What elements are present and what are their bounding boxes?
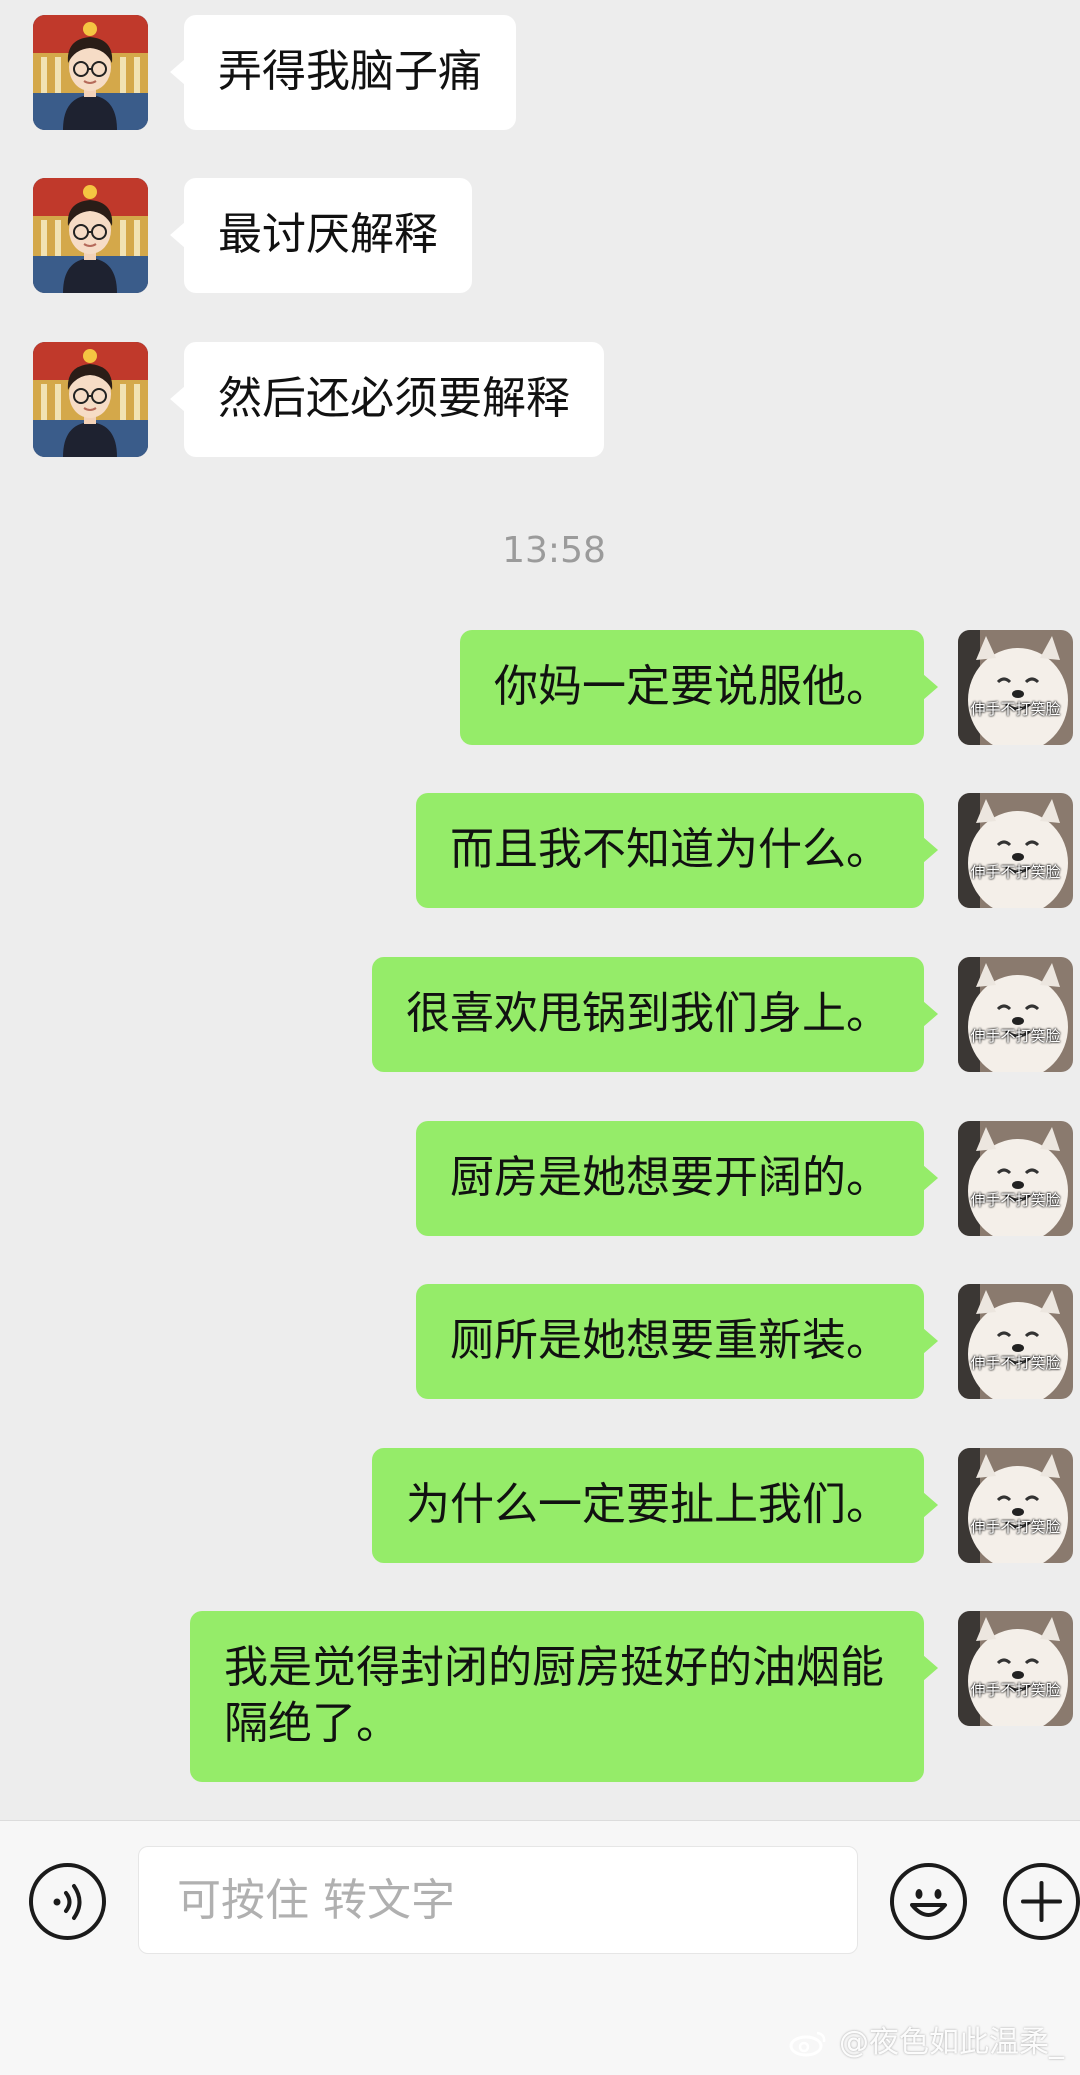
message-bubble-incoming[interactable]: 然后还必须要解释 bbox=[170, 342, 604, 457]
message-timestamp: 13:58 bbox=[502, 530, 606, 571]
message-bubble-incoming[interactable]: 最讨厌解释 bbox=[170, 178, 472, 293]
watermark: @夜色如此温柔_ bbox=[789, 2017, 1064, 2061]
plus-icon bbox=[1021, 1881, 1062, 1922]
voice-button[interactable] bbox=[29, 1863, 106, 1940]
message-bubble-outgoing[interactable]: 为什么一定要扯上我们。 bbox=[372, 1448, 938, 1563]
message-bubble-incoming[interactable]: 弄得我脑子痛 bbox=[170, 15, 516, 130]
watermark-text: @夜色如此温柔_ bbox=[839, 2025, 1064, 2060]
avatar-caption: 伸手不打笑脸 bbox=[970, 1518, 1061, 1536]
message-bubble-outgoing[interactable]: 厨房是她想要开阔的。 bbox=[416, 1121, 938, 1236]
my-avatar[interactable]: 伸手不打笑脸 bbox=[958, 1121, 1073, 1236]
weibo-logo-icon bbox=[789, 2031, 826, 2057]
voice-icon bbox=[53, 1884, 82, 1920]
message-bubble-outgoing[interactable]: 你妈一定要说服他。 bbox=[460, 630, 938, 745]
my-avatar[interactable]: 伸手不打笑脸 bbox=[958, 1448, 1073, 1563]
message-bubble-outgoing[interactable]: 很喜欢甩锅到我们身上。 bbox=[372, 957, 938, 1072]
more-button[interactable] bbox=[1003, 1863, 1080, 1940]
my-avatar[interactable]: 伸手不打笑脸 bbox=[958, 630, 1073, 745]
message-bubble-outgoing[interactable]: 而且我不知道为什么。 bbox=[416, 793, 938, 908]
avatar-caption: 伸手不打笑脸 bbox=[970, 1191, 1061, 1209]
emoji-icon bbox=[910, 1889, 947, 1917]
emoji-button[interactable] bbox=[890, 1863, 967, 1940]
my-avatar[interactable]: 伸手不打笑脸 bbox=[958, 1611, 1073, 1726]
my-avatar[interactable]: 伸手不打笑脸 bbox=[958, 793, 1073, 908]
avatar-caption: 伸手不打笑脸 bbox=[970, 1354, 1061, 1372]
contact-avatar[interactable] bbox=[33, 178, 148, 293]
contact-avatar[interactable] bbox=[33, 342, 148, 457]
avatar-caption: 伸手不打笑脸 bbox=[970, 1027, 1061, 1045]
contact-avatar[interactable] bbox=[33, 15, 148, 130]
avatar-caption: 伸手不打笑脸 bbox=[970, 863, 1061, 881]
my-avatar[interactable]: 伸手不打笑脸 bbox=[958, 957, 1073, 1072]
message-input[interactable]: 可按住 转文字 bbox=[138, 1846, 858, 1954]
chat-area: 弄得我脑子痛 最讨厌解释 然后还必须要解释 13:58 你妈一定要说服他。 伸手… bbox=[0, 0, 1080, 1820]
input-bar: 可按住 转文字 @夜色如此温柔_ bbox=[0, 1820, 1080, 2075]
my-avatar[interactable]: 伸手不打笑脸 bbox=[958, 1284, 1073, 1399]
avatar-caption: 伸手不打笑脸 bbox=[970, 1681, 1061, 1699]
avatar-caption: 伸手不打笑脸 bbox=[970, 700, 1061, 718]
message-bubble-outgoing[interactable]: 我是觉得封闭的厨房挺好的油烟能隔绝了。 bbox=[190, 1611, 938, 1782]
message-bubble-outgoing[interactable]: 厕所是她想要重新装。 bbox=[416, 1284, 938, 1399]
